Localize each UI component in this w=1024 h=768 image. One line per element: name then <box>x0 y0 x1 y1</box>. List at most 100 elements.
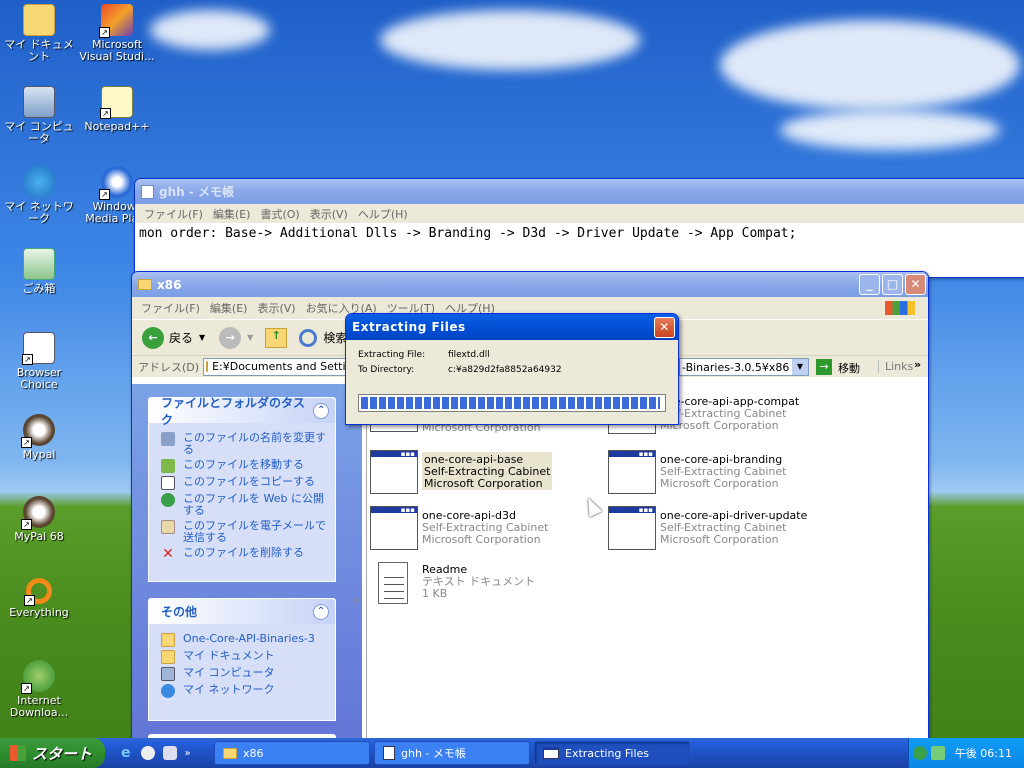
browser-choice-icon: ↗ <box>22 332 55 365</box>
menu-view[interactable]: 表示(V) <box>310 206 348 222</box>
menu-help[interactable]: ヘルプ(H) <box>358 206 408 222</box>
chevron-right-icon[interactable]: » <box>185 748 191 759</box>
clock[interactable]: 午後 06:11 <box>955 745 1012 761</box>
file-item[interactable]: one-core-api-brandingSelf-Extracting Cab… <box>608 448 786 494</box>
links-label[interactable]: Links <box>878 360 913 373</box>
minimize-button[interactable]: _ <box>859 274 880 295</box>
dropdown-arrow-icon[interactable]: ▼ <box>199 333 205 342</box>
desktop-icon-label: Browser Choice <box>16 366 62 391</box>
file-item[interactable]: one-core-api-d3dSelf-Extracting CabinetM… <box>370 504 548 550</box>
back-icon: ← <box>142 326 164 349</box>
desktop-icon-my-documents[interactable]: マイ ドキュメント <box>0 4 78 63</box>
everything-icon: ↗ <box>24 578 52 606</box>
mypal-quicklaunch-icon[interactable] <box>140 746 155 760</box>
app-quicklaunch-icon[interactable] <box>162 746 177 760</box>
maximize-button[interactable]: □ <box>882 274 903 295</box>
desktop-icon-my-network[interactable]: マイ ネットワーク <box>0 166 78 225</box>
window-icon <box>543 747 559 759</box>
search-button[interactable]: 検索 <box>323 329 347 346</box>
menu-view[interactable]: 表示(V) <box>257 300 295 316</box>
other-places-header[interactable]: その他 ⌃ <box>149 599 335 624</box>
collapse-icon[interactable]: ⌃ <box>313 603 329 620</box>
place-my-network[interactable]: マイ ネットワーク <box>161 684 327 698</box>
menu-edit[interactable]: 編集(E) <box>213 206 251 222</box>
address-text: E:¥Documents and Settin <box>212 360 353 373</box>
notepad-window[interactable]: ghh - メモ帳 ファイル(F) 編集(E) 書式(O) 表示(V) ヘルプ(… <box>134 178 1024 278</box>
menu-file[interactable]: ファイル(F) <box>141 300 200 316</box>
desktop-icon-label: マイ ネットワーク <box>4 200 74 225</box>
collapse-icon[interactable]: ⌃ <box>313 402 329 419</box>
task-rename[interactable]: このファイルの名前を変更する <box>161 432 327 456</box>
ie-quicklaunch-icon[interactable]: e <box>121 745 131 761</box>
desktop-icon-visual-studio[interactable]: ↗ Microsoft Visual Studi... <box>78 4 156 63</box>
network-icon <box>23 166 55 198</box>
dropdown-arrow-icon[interactable]: ▼ <box>247 333 253 342</box>
go-arrow-icon[interactable]: → <box>816 359 832 375</box>
folder-icon <box>23 4 55 36</box>
go-button[interactable]: 移動 <box>838 360 860 376</box>
desktop-icon-everything[interactable]: ↗ Everything <box>0 578 78 619</box>
address-label: アドレス(D) <box>138 360 200 374</box>
forward-icon[interactable]: → <box>219 326 242 349</box>
cloud <box>150 10 270 50</box>
explorer-titlebar[interactable]: x86 _ □ ✕ <box>132 272 928 297</box>
cloud <box>720 20 1020 110</box>
place-label: One-Core-API-Binaries-3 <box>183 632 315 645</box>
address-input-right[interactable]: -Binaries-3.0.5¥x86 ▼ <box>679 358 809 376</box>
desktop-icon-mypal68[interactable]: ↗ MyPal 68 <box>0 496 78 543</box>
computer-icon <box>23 86 55 118</box>
extracting-dialog[interactable]: Extracting Files ✕ Extracting File: filex… <box>345 313 679 425</box>
recycle-bin-icon <box>23 248 55 280</box>
task-publish-web[interactable]: このファイルを Web に公開する <box>161 493 327 517</box>
file-item-selected[interactable]: one-core-api-baseSelf-Extracting Cabinet… <box>370 448 553 494</box>
desktop-icon-internet-download[interactable]: ↗ Internet Downloa... <box>0 660 78 719</box>
address-input[interactable]: E:¥Documents and Settin <box>203 357 354 376</box>
chevron-right-icon[interactable]: » <box>914 358 921 371</box>
address-text: -Binaries-3.0.5¥x86 <box>682 360 790 374</box>
notepad-text-area[interactable]: mon order: Base-> Additional Dlls -> Bra… <box>135 223 1024 244</box>
task-copy[interactable]: このファイルをコピーする <box>161 476 327 490</box>
place-my-computer[interactable]: マイ コンピュータ <box>161 667 327 681</box>
desktop-icon-notepadpp[interactable]: ↗ Notepad++ <box>78 86 156 133</box>
dialog-titlebar[interactable]: Extracting Files ✕ <box>346 314 678 340</box>
menu-edit[interactable]: 編集(E) <box>210 300 248 316</box>
taskbar-button-extracting[interactable]: Extracting Files <box>534 741 690 765</box>
folder-icon <box>161 650 175 664</box>
chevron-down-icon[interactable]: ▼ <box>792 359 808 375</box>
taskbar-button-label: ghh - メモ帳 <box>401 747 466 760</box>
cabinet-icon <box>608 448 656 494</box>
task-move[interactable]: このファイルを移動する <box>161 459 327 473</box>
menu-file[interactable]: ファイル(F) <box>144 206 203 222</box>
desktop-icon-label: Mypal <box>22 448 56 461</box>
desktop-icon-recycle-bin[interactable]: ごみ箱 <box>0 248 78 295</box>
file-item[interactable]: one-core-api-driver-updateSelf-Extractin… <box>608 504 807 550</box>
directory-value: c:¥a829d2fa8852a64932 <box>448 365 562 375</box>
cabinet-icon <box>370 504 418 550</box>
task-delete[interactable]: ✕ このファイルを削除する <box>161 547 327 562</box>
close-button[interactable]: ✕ <box>654 316 675 338</box>
desktop-icon-my-computer[interactable]: マイ コンピュータ <box>0 86 78 145</box>
mail-icon <box>161 520 175 534</box>
taskbar-button-x86[interactable]: x86 <box>214 741 370 765</box>
file-item[interactable]: Readme テキスト ドキュメント 1 KB <box>378 562 535 604</box>
place-folder[interactable]: One-Core-API-Binaries-3 <box>161 633 327 647</box>
notepad-titlebar[interactable]: ghh - メモ帳 <box>135 179 1024 204</box>
desktop-icon-browser-choice[interactable]: ↗ Browser Choice <box>0 332 78 391</box>
close-button[interactable]: ✕ <box>905 274 926 295</box>
network-tray-icon[interactable] <box>912 746 927 760</box>
menu-format[interactable]: 書式(O) <box>260 206 299 222</box>
start-label: スタート <box>32 744 93 763</box>
tray-app-icon[interactable] <box>930 746 945 760</box>
back-button[interactable]: 戻る <box>169 329 193 346</box>
start-button[interactable]: スタート <box>0 738 105 768</box>
place-my-documents[interactable]: マイ ドキュメント <box>161 650 327 664</box>
taskbar-button-notepad[interactable]: ghh - メモ帳 <box>374 741 530 765</box>
file-tasks-header[interactable]: ファイルとフォルダのタスク ⌃ <box>149 396 335 427</box>
task-email[interactable]: このファイルを電子メールで送信する <box>161 520 327 544</box>
cabinet-icon <box>370 448 418 494</box>
desktop-icon-label: ごみ箱 <box>22 282 56 295</box>
desktop-icon-label: Everything <box>9 606 69 619</box>
desktop-icon-mypal[interactable]: ↗ Mypal <box>0 414 78 461</box>
panel-title: その他 <box>161 605 198 619</box>
up-folder-icon[interactable]: ↑ <box>265 327 288 348</box>
